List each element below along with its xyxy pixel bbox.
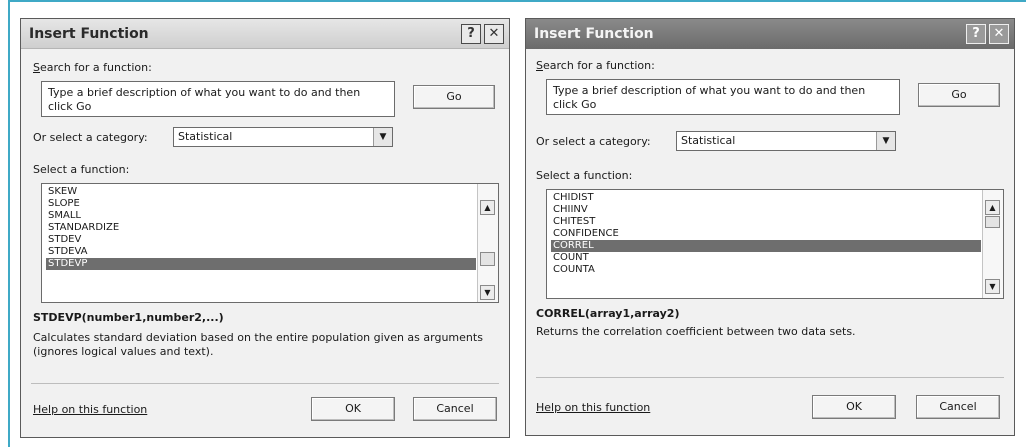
category-value: Statistical [681, 134, 736, 147]
help-icon[interactable]: ? [461, 24, 481, 44]
list-item[interactable]: CHIDIST [551, 192, 981, 204]
chevron-down-icon[interactable]: ▼ [876, 132, 895, 150]
list-item[interactable]: CORREL [551, 240, 981, 252]
help-on-function-link[interactable]: Help on this function [536, 401, 650, 414]
function-description: Returns the correlation coefficient betw… [536, 325, 856, 338]
dialog-title: Insert Function [29, 26, 149, 42]
list-item[interactable]: STANDARDIZE [46, 222, 476, 234]
title-bar[interactable]: Insert Function ? ✕ [526, 19, 1014, 49]
category-label: Or select a category: [33, 131, 148, 144]
category-select[interactable]: Statistical ▼ [173, 127, 393, 147]
close-icon[interactable]: ✕ [484, 24, 504, 44]
dialog-title: Insert Function [534, 26, 654, 42]
function-list-items: CHIDIST CHIINV CHITEST CONFIDENCE CORREL COUN… [551, 192, 981, 276]
list-item[interactable]: STDEVA [46, 246, 476, 258]
function-description: Calculates standard deviation based on t… [33, 331, 483, 358]
title-bar[interactable]: Insert Function ? ✕ [21, 19, 509, 49]
scroll-thumb[interactable] [985, 216, 1000, 228]
category-select[interactable]: Statistical ▼ [676, 131, 896, 151]
ok-button[interactable]: OK [311, 397, 395, 421]
select-function-label: Select a function: [536, 169, 633, 182]
function-signature: STDEVP(number1,number2,...) [33, 311, 224, 324]
search-label: Search for a function: [33, 61, 152, 74]
chevron-down-icon[interactable]: ▼ [373, 128, 392, 146]
list-item[interactable]: STDEVP [46, 258, 476, 270]
search-label: Search for a function: [536, 59, 655, 72]
list-item[interactable]: COUNT [551, 252, 981, 264]
function-list[interactable]: CHIDIST CHIINV CHITEST CONFIDENCE CORREL COUN… [546, 189, 1004, 299]
ok-button[interactable]: OK [812, 395, 896, 419]
select-function-label: Select a function: [33, 163, 130, 176]
list-item[interactable]: COUNTA [551, 264, 981, 276]
search-input[interactable]: Type a brief description of what you wan… [546, 79, 900, 115]
list-item[interactable]: SKEW [46, 186, 476, 198]
scroll-up-icon[interactable]: ▲ [480, 200, 495, 215]
insert-function-dialog-right: Insert Function ? ✕ Search for a functio… [525, 18, 1015, 436]
scroll-down-icon[interactable]: ▼ [480, 285, 495, 300]
insert-function-dialog-left: Insert Function ? ✕ Search for a functio… [20, 18, 510, 438]
list-item[interactable]: CHITEST [551, 216, 981, 228]
help-on-function-link[interactable]: Help on this function [33, 403, 147, 416]
divider [536, 377, 1004, 378]
list-item[interactable]: SMALL [46, 210, 476, 222]
list-item[interactable]: STDEV [46, 234, 476, 246]
function-list[interactable]: SKEW SLOPE SMALL STANDARDIZE STDEV STDEVA STDE… [41, 183, 499, 303]
scrollbar[interactable]: ▲ ▼ [477, 184, 498, 302]
scrollbar[interactable]: ▲ ▼ [982, 190, 1003, 298]
scroll-up-icon[interactable]: ▲ [985, 200, 1000, 215]
search-input[interactable]: Type a brief description of what you wan… [41, 81, 395, 117]
scroll-thumb[interactable] [480, 252, 495, 266]
go-button[interactable]: Go [918, 83, 1000, 107]
function-signature: CORREL(array1,array2) [536, 307, 680, 320]
list-item[interactable]: CONFIDENCE [551, 228, 981, 240]
go-button[interactable]: Go [413, 85, 495, 109]
list-item[interactable]: SLOPE [46, 198, 476, 210]
cancel-button[interactable]: Cancel [413, 397, 497, 421]
scroll-down-icon[interactable]: ▼ [985, 279, 1000, 294]
divider [31, 383, 499, 384]
category-value: Statistical [178, 130, 233, 143]
help-icon[interactable]: ? [966, 24, 986, 44]
cancel-button[interactable]: Cancel [916, 395, 1000, 419]
list-item[interactable]: CHIINV [551, 204, 981, 216]
function-list-items: SKEW SLOPE SMALL STANDARDIZE STDEV STDEVA STDE… [46, 186, 476, 270]
category-label: Or select a category: [536, 135, 651, 148]
close-icon[interactable]: ✕ [989, 24, 1009, 44]
